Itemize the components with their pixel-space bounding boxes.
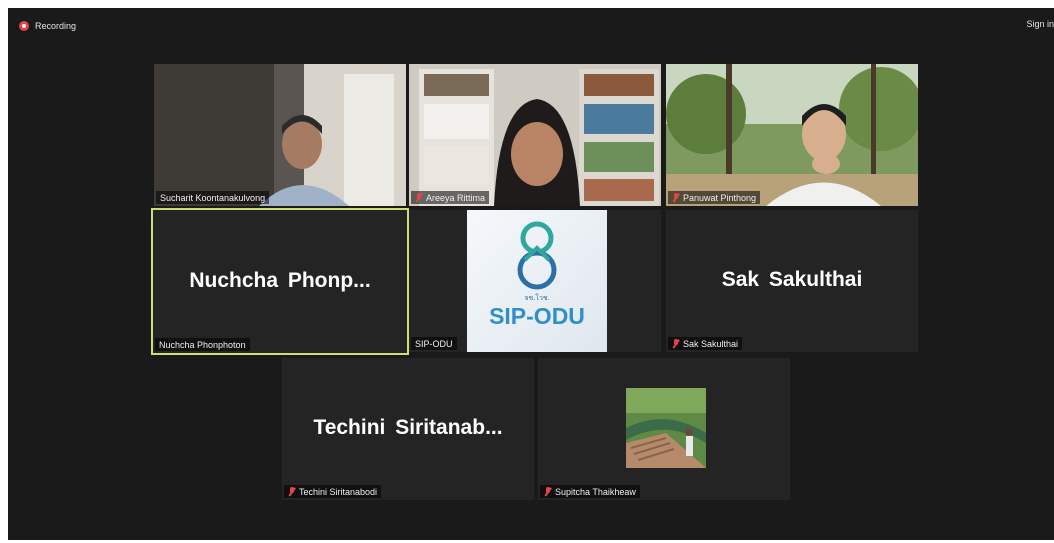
participant-name: Nuchcha Phonphoton xyxy=(159,339,246,350)
muted-mic-icon xyxy=(672,338,680,349)
recording-label: Recording xyxy=(35,21,77,31)
participant-name-tag: Sak Sakulthai xyxy=(668,337,743,350)
muted-mic-icon xyxy=(544,486,552,497)
participant-name-tag: Techini Siritanabodi xyxy=(284,485,382,498)
participant-name: Sucharit Koontanakulvong xyxy=(160,192,266,203)
video-tile-sucharit[interactable]: Sucharit Koontanakulvong xyxy=(154,64,406,206)
sip-odu-logo: จช.โวช. SIP-ODU xyxy=(467,210,607,352)
video-tile-supitcha[interactable]: Supitcha Thaikheaw xyxy=(538,358,790,500)
participant-name-tag: Supitcha Thaikheaw xyxy=(540,485,640,498)
video-tile-areeya[interactable]: Areeya Rittima xyxy=(409,64,661,206)
participant-name: Sak Sakulthai xyxy=(683,338,739,349)
meeting-window: Recording Sign in Sucharit Koontanakulvo… xyxy=(8,8,1054,540)
participant-display-name: Nuchcha Phonp... xyxy=(189,268,371,292)
participant-name-tag: Nuchcha Phonphoton xyxy=(155,338,250,351)
participant-name: Panuwat Pinthong xyxy=(683,192,757,203)
participant-display-name: Sak Sakulthai xyxy=(721,267,863,291)
avatar xyxy=(626,388,706,468)
participant-video xyxy=(666,64,918,206)
participant-name-tag: Areeya Rittima xyxy=(411,191,490,204)
participant-name: Techini Siritanabodi xyxy=(299,486,378,497)
video-tile-nuchcha-active-speaker[interactable]: Nuchcha Phonp... Nuchcha Phonphoton xyxy=(151,208,409,355)
muted-mic-icon xyxy=(415,192,423,203)
participant-name-tag: Sucharit Koontanakulvong xyxy=(156,191,270,204)
participant-display-name: Techini Siritanab... xyxy=(313,415,503,439)
recording-indicator[interactable]: Recording xyxy=(19,19,76,33)
video-tile-sip-odu[interactable]: จช.โวช. SIP-ODU SIP-ODU xyxy=(409,210,661,352)
participant-video xyxy=(154,64,406,206)
participant-name-tag: Panuwat Pinthong xyxy=(668,191,761,204)
record-icon xyxy=(19,21,29,31)
profile-picture xyxy=(626,388,706,468)
logo-main-text: SIP-ODU xyxy=(489,303,585,329)
video-tile-panuwat[interactable]: Panuwat Pinthong xyxy=(666,64,918,206)
muted-mic-icon xyxy=(672,192,680,203)
muted-mic-icon xyxy=(288,486,296,497)
video-tile-techini[interactable]: Techini Siritanab... Techini Siritanabod… xyxy=(282,358,534,500)
participant-name: Supitcha Thaikheaw xyxy=(555,486,636,497)
logo-graphic xyxy=(467,210,607,352)
video-tile-sak[interactable]: Sak Sakulthai Sak Sakulthai xyxy=(666,210,918,352)
sign-in-link[interactable]: Sign in xyxy=(1026,19,1054,29)
participant-video xyxy=(409,64,661,206)
participant-name: Areeya Rittima xyxy=(426,192,486,203)
participant-name-tag: SIP-ODU xyxy=(411,337,457,350)
participant-name: SIP-ODU xyxy=(415,338,453,349)
